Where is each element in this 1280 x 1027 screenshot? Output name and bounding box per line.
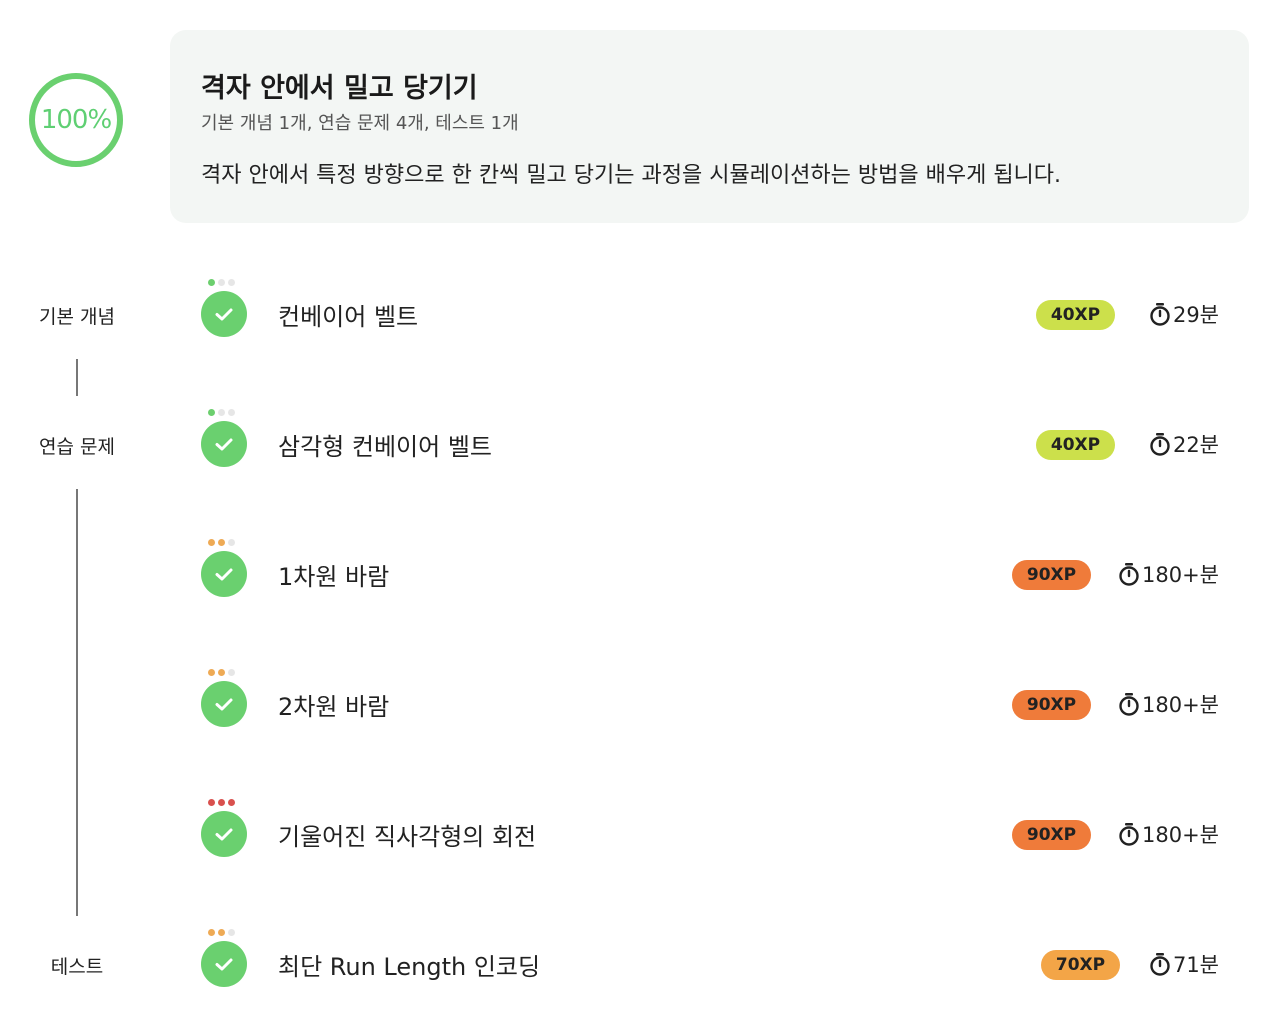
- check-icon: [201, 421, 247, 467]
- difficulty-dot: [228, 799, 235, 806]
- difficulty-dot: [228, 929, 235, 936]
- course-header-card: 격자 안에서 밀고 당기기 기본 개념 1개, 연습 문제 4개, 테스트 1개…: [170, 30, 1249, 223]
- progress-percent: 100%: [40, 105, 112, 135]
- lesson-duration-text: 22분: [1172, 433, 1219, 457]
- stopwatch-icon: [1150, 303, 1170, 326]
- xp-badge: 40XP: [1036, 430, 1115, 460]
- difficulty-dot: [208, 409, 215, 416]
- lesson-duration-text: 71분: [1172, 953, 1219, 977]
- stopwatch-icon: [1150, 953, 1170, 976]
- lesson-duration: 180+분: [1118, 559, 1219, 589]
- xp-badge: 90XP: [1012, 560, 1091, 590]
- lesson-duration: 29분: [1149, 299, 1219, 329]
- lesson-duration-text: 180+분: [1142, 823, 1219, 847]
- check-icon: [201, 811, 247, 857]
- difficulty-indicator: [208, 929, 235, 937]
- check-icon: [201, 291, 247, 337]
- difficulty-dot: [218, 279, 225, 286]
- course-description: 격자 안에서 특정 방향으로 한 칸씩 밀고 당기는 과정을 시뮬레이션하는 방…: [201, 163, 1062, 188]
- difficulty-dot: [228, 669, 235, 676]
- difficulty-indicator: [208, 409, 235, 417]
- difficulty-dot: [218, 669, 225, 676]
- xp-badge: 40XP: [1036, 300, 1115, 330]
- lesson-title: 삼각형 컨베이어 벨트: [278, 433, 492, 461]
- lesson-title: 최단 Run Length 인코딩: [278, 953, 541, 981]
- course-subtitle: 기본 개념 1개, 연습 문제 4개, 테스트 1개: [201, 113, 519, 134]
- lesson-row[interactable]: 기울어진 직사각형의 회전 90XP 180+분: [0, 799, 1280, 879]
- lesson-duration: 71분: [1149, 949, 1219, 979]
- lesson-row[interactable]: 컨베이어 벨트 40XP 29분: [0, 279, 1280, 359]
- difficulty-dot: [218, 929, 225, 936]
- stopwatch-icon: [1150, 433, 1170, 456]
- xp-badge: 70XP: [1041, 950, 1120, 980]
- course-title: 격자 안에서 밀고 당기기: [201, 73, 478, 104]
- difficulty-dot: [228, 539, 235, 546]
- xp-badge: 90XP: [1012, 690, 1091, 720]
- section-connector: [76, 359, 78, 396]
- lesson-title: 2차원 바람: [278, 693, 390, 721]
- difficulty-dot: [228, 279, 235, 286]
- stopwatch-icon: [1119, 823, 1139, 846]
- lesson-row[interactable]: 2차원 바람 90XP 180+분: [0, 669, 1280, 749]
- lesson-duration-text: 29분: [1172, 303, 1219, 327]
- lesson-title: 1차원 바람: [278, 563, 390, 591]
- check-icon: [201, 941, 247, 987]
- stopwatch-icon: [1119, 693, 1139, 716]
- check-icon: [201, 551, 247, 597]
- difficulty-dot: [208, 279, 215, 286]
- difficulty-dot: [218, 799, 225, 806]
- difficulty-indicator: [208, 279, 235, 287]
- lesson-row[interactable]: 최단 Run Length 인코딩 70XP 71분: [0, 929, 1280, 1009]
- progress-ring: 100%: [28, 72, 124, 168]
- lesson-row[interactable]: 1차원 바람 90XP 180+분: [0, 539, 1280, 619]
- difficulty-dot: [208, 669, 215, 676]
- lesson-title: 기울어진 직사각형의 회전: [278, 823, 537, 851]
- lesson-duration: 180+분: [1118, 689, 1219, 719]
- lesson-title: 컨베이어 벨트: [278, 303, 419, 331]
- difficulty-dot: [208, 929, 215, 936]
- difficulty-indicator: [208, 799, 235, 807]
- difficulty-indicator: [208, 669, 235, 677]
- stopwatch-icon: [1119, 563, 1139, 586]
- check-icon: [201, 681, 247, 727]
- lesson-duration: 180+분: [1118, 819, 1219, 849]
- lesson-duration-text: 180+분: [1142, 563, 1219, 587]
- difficulty-dot: [208, 539, 215, 546]
- difficulty-dot: [218, 539, 225, 546]
- xp-badge: 90XP: [1012, 820, 1091, 850]
- difficulty-indicator: [208, 539, 235, 547]
- lesson-row[interactable]: 삼각형 컨베이어 벨트 40XP 22분: [0, 409, 1280, 489]
- difficulty-dot: [218, 409, 225, 416]
- lesson-duration-text: 180+분: [1142, 693, 1219, 717]
- difficulty-dot: [208, 799, 215, 806]
- lesson-duration: 22분: [1149, 429, 1219, 459]
- difficulty-dot: [228, 409, 235, 416]
